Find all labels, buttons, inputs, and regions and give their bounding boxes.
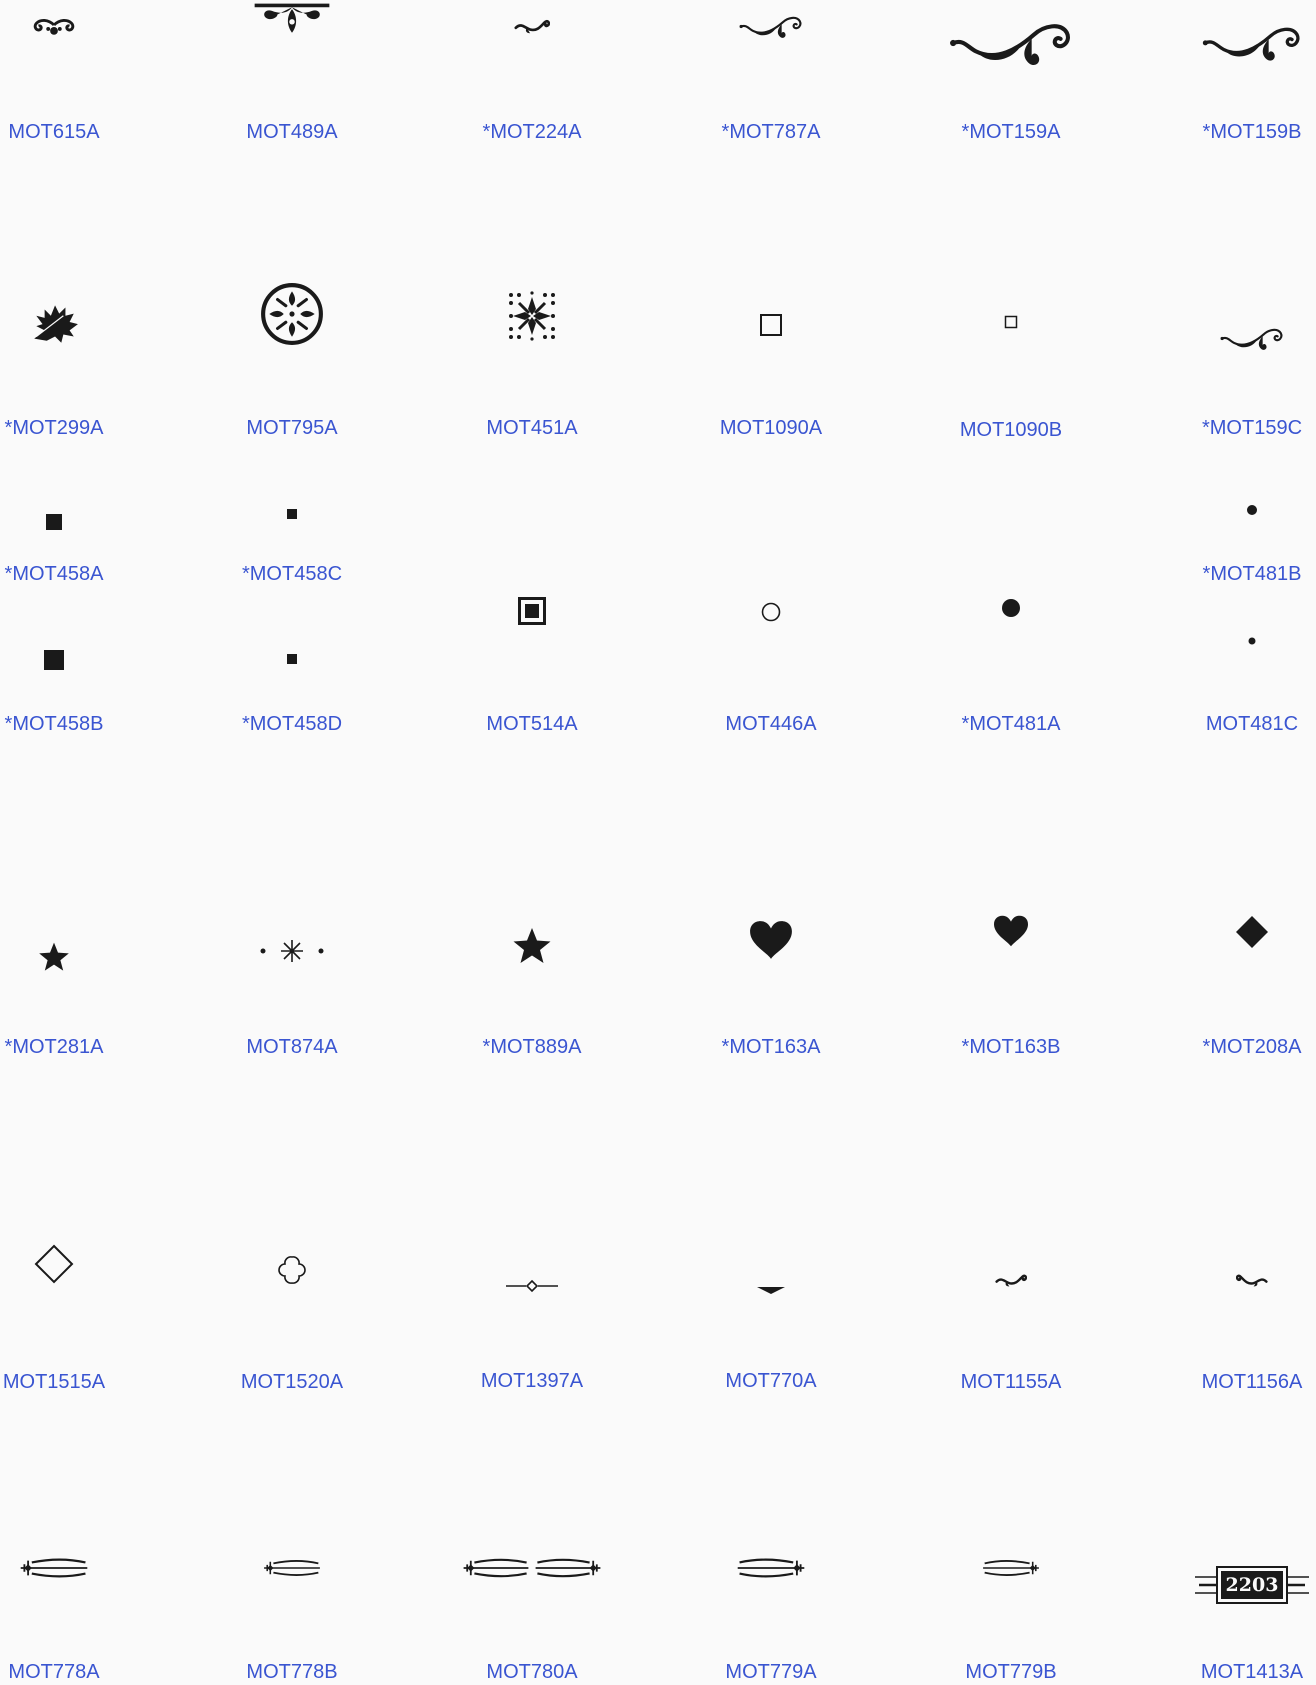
dot-icon: [1247, 505, 1257, 515]
small-filled-square-icon: [287, 654, 297, 664]
ornament-scroll-icon: [25, 11, 83, 41]
heart-icon: [992, 914, 1030, 948]
motif-code-link[interactable]: *MOT163A: [661, 1035, 881, 1059]
motif-code-link[interactable]: MOT1520A: [182, 1370, 402, 1394]
motif-code-link[interactable]: *MOT458D: [182, 712, 402, 736]
scroll-divider-icon: [734, 1556, 808, 1580]
small-filled-square-icon: [287, 509, 297, 519]
motif-code-link[interactable]: *MOT458B: [0, 712, 164, 736]
motif-code-link[interactable]: *MOT208A: [1142, 1035, 1316, 1059]
motif-code-link[interactable]: *MOT889A: [422, 1035, 642, 1059]
motif-code-link[interactable]: MOT1515A: [0, 1370, 164, 1394]
framed-square-icon: [518, 597, 546, 625]
circle-outline-icon: [761, 602, 781, 622]
line-diamond-divider-icon: [505, 1278, 559, 1294]
motif-code-link[interactable]: MOT770A: [661, 1369, 881, 1393]
small-flourish-icon: [1220, 324, 1284, 352]
small-flourish-icon: [514, 17, 550, 35]
motif-code-link[interactable]: *MOT159C: [1142, 416, 1316, 440]
motif-code-link[interactable]: *MOT481A: [901, 712, 1121, 736]
motif-code-link[interactable]: MOT451A: [422, 416, 642, 440]
snowflake-ornament-icon: [507, 291, 557, 341]
motif-code-link[interactable]: MOT795A: [182, 416, 402, 440]
motif-code-link[interactable]: MOT779B: [901, 1660, 1121, 1684]
motif-catalog-page: { "items": [ {"code": "MOT615A", "icon":…: [0, 0, 1316, 1685]
motif-code-link[interactable]: *MOT787A: [661, 120, 881, 144]
scroll-divider-icon: [980, 1558, 1042, 1578]
crest-ornament-icon: [251, 0, 333, 40]
filled-circle-icon: [1002, 599, 1020, 617]
filled-square-icon: [44, 650, 64, 670]
diamond-icon: [1235, 915, 1269, 949]
motif-code-link[interactable]: MOT1397A: [422, 1369, 642, 1393]
motif-code-link[interactable]: *MOT159A: [901, 120, 1121, 144]
circle-medallion-icon: [259, 281, 325, 347]
motif-code-link[interactable]: MOT1156A: [1142, 1370, 1316, 1394]
asterisk-divider-icon: [259, 938, 325, 964]
motif-code-link[interactable]: MOT615A: [0, 120, 164, 144]
motif-code-link[interactable]: MOT780A: [422, 1660, 642, 1684]
motif-code-link[interactable]: *MOT224A: [422, 120, 642, 144]
pointed-bar-icon: [756, 1285, 786, 1295]
filled-square-icon: [46, 514, 62, 530]
tiny-flourish-icon: [1236, 1272, 1268, 1288]
address-plaque-icon: 2203: [1193, 1565, 1311, 1605]
motif-code-link[interactable]: MOT779A: [661, 1660, 881, 1684]
maple-leaf-icon: [28, 299, 80, 345]
motif-code-link[interactable]: MOT874A: [182, 1035, 402, 1059]
flourish-icon: [1202, 20, 1302, 64]
motif-code-link[interactable]: *MOT458C: [182, 562, 402, 586]
star-icon: [38, 941, 70, 973]
motif-code-link[interactable]: *MOT159B: [1142, 120, 1316, 144]
double-scroll-divider-icon: [460, 1555, 604, 1581]
motif-code-link[interactable]: MOT1090B: [901, 418, 1121, 442]
diamond-outline-icon: [34, 1244, 74, 1284]
scroll-divider-icon: [17, 1556, 91, 1580]
motif-code-link[interactable]: *MOT458A: [0, 562, 164, 586]
motif-code-link[interactable]: *MOT163B: [901, 1035, 1121, 1059]
motif-code-link[interactable]: MOT778A: [0, 1660, 164, 1684]
motif-code-link[interactable]: MOT481C: [1142, 712, 1316, 736]
motif-code-link[interactable]: MOT489A: [182, 120, 402, 144]
tiny-flourish-icon: [995, 1272, 1027, 1288]
dot-icon: [1248, 637, 1256, 645]
motif-code-link[interactable]: *MOT481B: [1142, 562, 1316, 586]
motif-code-link[interactable]: MOT1155A: [901, 1370, 1121, 1394]
square-outline-icon: [759, 313, 783, 337]
motif-code-link[interactable]: MOT1413A: [1142, 1660, 1316, 1684]
motif-code-link[interactable]: MOT446A: [661, 712, 881, 736]
motif-code-link[interactable]: MOT1090A: [661, 416, 881, 440]
motif-code-link[interactable]: *MOT299A: [0, 416, 164, 440]
motif-code-link[interactable]: MOT778B: [182, 1660, 402, 1684]
plaque-number: 2203: [1225, 1574, 1279, 1596]
star-icon: [512, 926, 552, 966]
heart-icon: [748, 919, 794, 961]
flourish-icon: [739, 12, 803, 40]
motif-code-link[interactable]: *MOT281A: [0, 1035, 164, 1059]
scroll-divider-icon: [261, 1558, 323, 1578]
small-square-outline-icon: [1004, 315, 1018, 329]
quatrefoil-outline-icon: [273, 1251, 311, 1289]
motif-code-link[interactable]: MOT514A: [422, 712, 642, 736]
large-flourish-icon: [949, 15, 1073, 69]
